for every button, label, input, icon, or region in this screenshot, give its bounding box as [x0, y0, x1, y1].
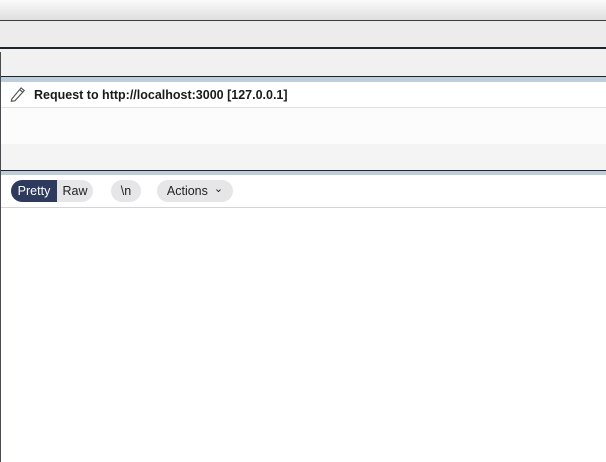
newline-toggle-button[interactable]: \n	[111, 180, 141, 202]
request-editor[interactable]	[1, 208, 606, 462]
request-info-bar: Request to http://localhost:3000 [127.0.…	[1, 82, 606, 108]
burp-suite-window: Request to http://localhost:3000 [127.0.…	[0, 0, 606, 462]
proxy-panel: Request to http://localhost:3000 [127.0.…	[0, 52, 606, 462]
request-target-label: Request to http://localhost:3000 [127.0.…	[34, 87, 288, 102]
chevron-down-icon: ⌄	[213, 183, 224, 195]
pretty-toggle-button[interactable]: Pretty	[11, 180, 57, 202]
menu-bar	[0, 0, 606, 21]
intercept-action-buttons	[1, 108, 606, 144]
edit-pencil-icon	[10, 86, 26, 102]
main-tab-bar	[0, 21, 606, 49]
proxy-tab-bar	[1, 52, 606, 76]
raw-toggle-button[interactable]: Raw	[57, 180, 93, 202]
actions-label: Actions	[166, 184, 208, 198]
message-view-bar: Pretty Raw \n Actions ⌄	[1, 175, 606, 208]
actions-dropdown-button[interactable]: Actions ⌄	[157, 180, 233, 202]
message-editor-tab-bar	[1, 144, 606, 170]
